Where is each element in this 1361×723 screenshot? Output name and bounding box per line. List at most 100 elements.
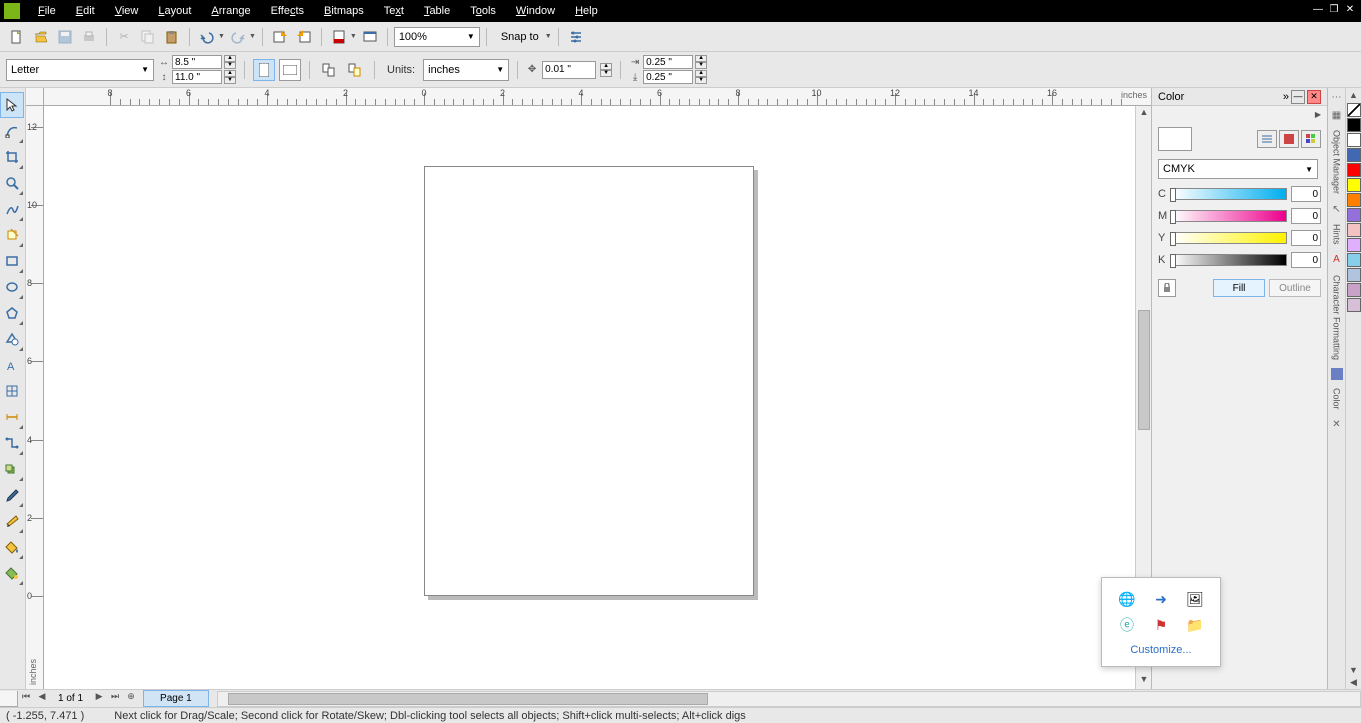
print-button[interactable]	[78, 26, 100, 48]
palette-swatch[interactable]	[1347, 133, 1361, 147]
magenta-input[interactable]	[1291, 208, 1321, 224]
color-tab-icon[interactable]	[1331, 368, 1343, 380]
dimension-tool[interactable]	[0, 404, 24, 430]
yellow-input[interactable]	[1291, 230, 1321, 246]
menu-bitmaps[interactable]: Bitmaps	[314, 3, 374, 19]
rectangle-tool[interactable]	[0, 248, 24, 274]
all-pages-button[interactable]	[318, 59, 340, 81]
tray-customize-link[interactable]: Customize...	[1110, 638, 1212, 658]
add-page-button[interactable]: ⊕	[123, 691, 139, 707]
spin-up[interactable]: ▲	[224, 70, 236, 77]
new-button[interactable]	[6, 26, 28, 48]
fill-button[interactable]: Fill	[1213, 279, 1265, 297]
object-manager-icon[interactable]: ▦	[1330, 108, 1344, 122]
next-page-button[interactable]: ▶	[91, 691, 107, 707]
menu-edit[interactable]: Edit	[66, 3, 105, 19]
drawing-canvas[interactable]	[44, 106, 1135, 689]
black-slider[interactable]	[1172, 254, 1287, 266]
doc-close-button[interactable]: ✕	[1343, 4, 1357, 18]
palette-swatch[interactable]	[1347, 208, 1361, 222]
outline-tool[interactable]	[0, 508, 24, 534]
tab-close-icon[interactable]: ✕	[1330, 417, 1344, 431]
smart-fill-tool[interactable]	[0, 222, 24, 248]
page-tab[interactable]: Page 1	[143, 690, 209, 707]
menu-table[interactable]: Table	[414, 3, 460, 19]
docker-close-button[interactable]: ✕	[1307, 90, 1321, 104]
scroll-thumb[interactable]	[1138, 310, 1150, 430]
spin-down[interactable]: ▼	[224, 62, 236, 69]
palette-swatch[interactable]	[1347, 223, 1361, 237]
landscape-button[interactable]	[279, 59, 301, 81]
horizontal-ruler[interactable]: inches 86420246810121416	[44, 88, 1151, 106]
basic-shapes-tool[interactable]	[0, 326, 24, 352]
save-button[interactable]	[54, 26, 76, 48]
palette-swatch[interactable]	[1347, 298, 1361, 312]
open-button[interactable]	[30, 26, 52, 48]
show-sliders-button[interactable]	[1257, 130, 1277, 148]
page-width-input[interactable]	[172, 55, 222, 69]
palette-swatch[interactable]	[1347, 148, 1361, 162]
menu-help[interactable]: Help	[565, 3, 608, 19]
spin-down[interactable]: ▼	[695, 77, 707, 84]
show-viewers-button[interactable]	[1279, 130, 1299, 148]
copy-button[interactable]	[137, 26, 159, 48]
tray-web-icon[interactable]: 🌐	[1118, 590, 1136, 608]
first-page-button[interactable]: ⏮	[18, 691, 34, 707]
palette-swatch[interactable]	[1347, 178, 1361, 192]
tab-menu-icon[interactable]: ⋯	[1330, 90, 1344, 104]
spin-up[interactable]: ▲	[695, 70, 707, 77]
scroll-down-icon[interactable]: ▼	[1137, 674, 1151, 688]
paste-button[interactable]	[161, 26, 183, 48]
hints-icon[interactable]: ↖	[1330, 202, 1344, 216]
menu-view[interactable]: View	[105, 3, 149, 19]
publish-dropdown-icon[interactable]: ▼	[350, 33, 357, 40]
spin-down[interactable]: ▼	[600, 70, 612, 77]
tab-character-formatting[interactable]: Character Formatting	[1331, 271, 1343, 364]
spin-up[interactable]: ▲	[224, 55, 236, 62]
current-page-button[interactable]	[344, 59, 366, 81]
yellow-slider[interactable]	[1172, 232, 1287, 244]
vertical-ruler[interactable]: inches 024681012	[26, 106, 44, 689]
scroll-up-icon[interactable]: ▲	[1137, 107, 1151, 121]
publish-pdf-button[interactable]	[328, 26, 350, 48]
palette-swatch[interactable]	[1347, 163, 1361, 177]
cyan-input[interactable]	[1291, 186, 1321, 202]
polygon-tool[interactable]	[0, 300, 24, 326]
docker-minimize-button[interactable]: —	[1291, 90, 1305, 104]
export-button[interactable]	[293, 26, 315, 48]
tray-update-icon[interactable]: ➜	[1152, 590, 1170, 608]
tray-gallery-icon[interactable]: 🖼	[1186, 590, 1204, 608]
fill-tool[interactable]	[0, 534, 24, 560]
zoom-tool[interactable]	[0, 170, 24, 196]
redo-dropdown-icon[interactable]: ▼	[249, 33, 256, 40]
import-button[interactable]	[269, 26, 291, 48]
spin-down[interactable]: ▼	[224, 77, 236, 84]
palette-swatch[interactable]	[1347, 193, 1361, 207]
zoom-input[interactable]	[399, 31, 449, 43]
palette-swatch[interactable]	[1347, 283, 1361, 297]
palette-up-icon[interactable]: ▲	[1347, 90, 1361, 102]
crop-tool[interactable]	[0, 144, 24, 170]
black-input[interactable]	[1291, 252, 1321, 268]
redo-button[interactable]	[227, 26, 249, 48]
menu-layout[interactable]: Layout	[148, 3, 201, 19]
portrait-button[interactable]	[253, 59, 275, 81]
show-palettes-button[interactable]	[1301, 130, 1321, 148]
spin-up[interactable]: ▲	[695, 55, 707, 62]
duplicate-y-input[interactable]	[643, 70, 693, 84]
table-tool[interactable]	[0, 378, 24, 404]
ellipse-tool[interactable]	[0, 274, 24, 300]
paper-size-combo[interactable]: Letter ▼	[6, 59, 154, 81]
magenta-slider[interactable]	[1172, 210, 1287, 222]
options-button[interactable]	[565, 26, 587, 48]
horizontal-scrollbar[interactable]	[217, 691, 1361, 707]
menu-file[interactable]: FFileile	[28, 3, 66, 19]
tray-folder-icon[interactable]: 📁	[1186, 616, 1204, 634]
menu-effects[interactable]: Effects	[261, 3, 314, 19]
lock-button[interactable]	[1158, 279, 1176, 297]
color-model-combo[interactable]: CMYK ▼	[1158, 159, 1318, 179]
doc-minimize-button[interactable]: —	[1311, 4, 1325, 18]
fullscreen-preview-button[interactable]	[359, 26, 381, 48]
connector-tool[interactable]	[0, 430, 24, 456]
ruler-origin[interactable]	[26, 88, 44, 106]
